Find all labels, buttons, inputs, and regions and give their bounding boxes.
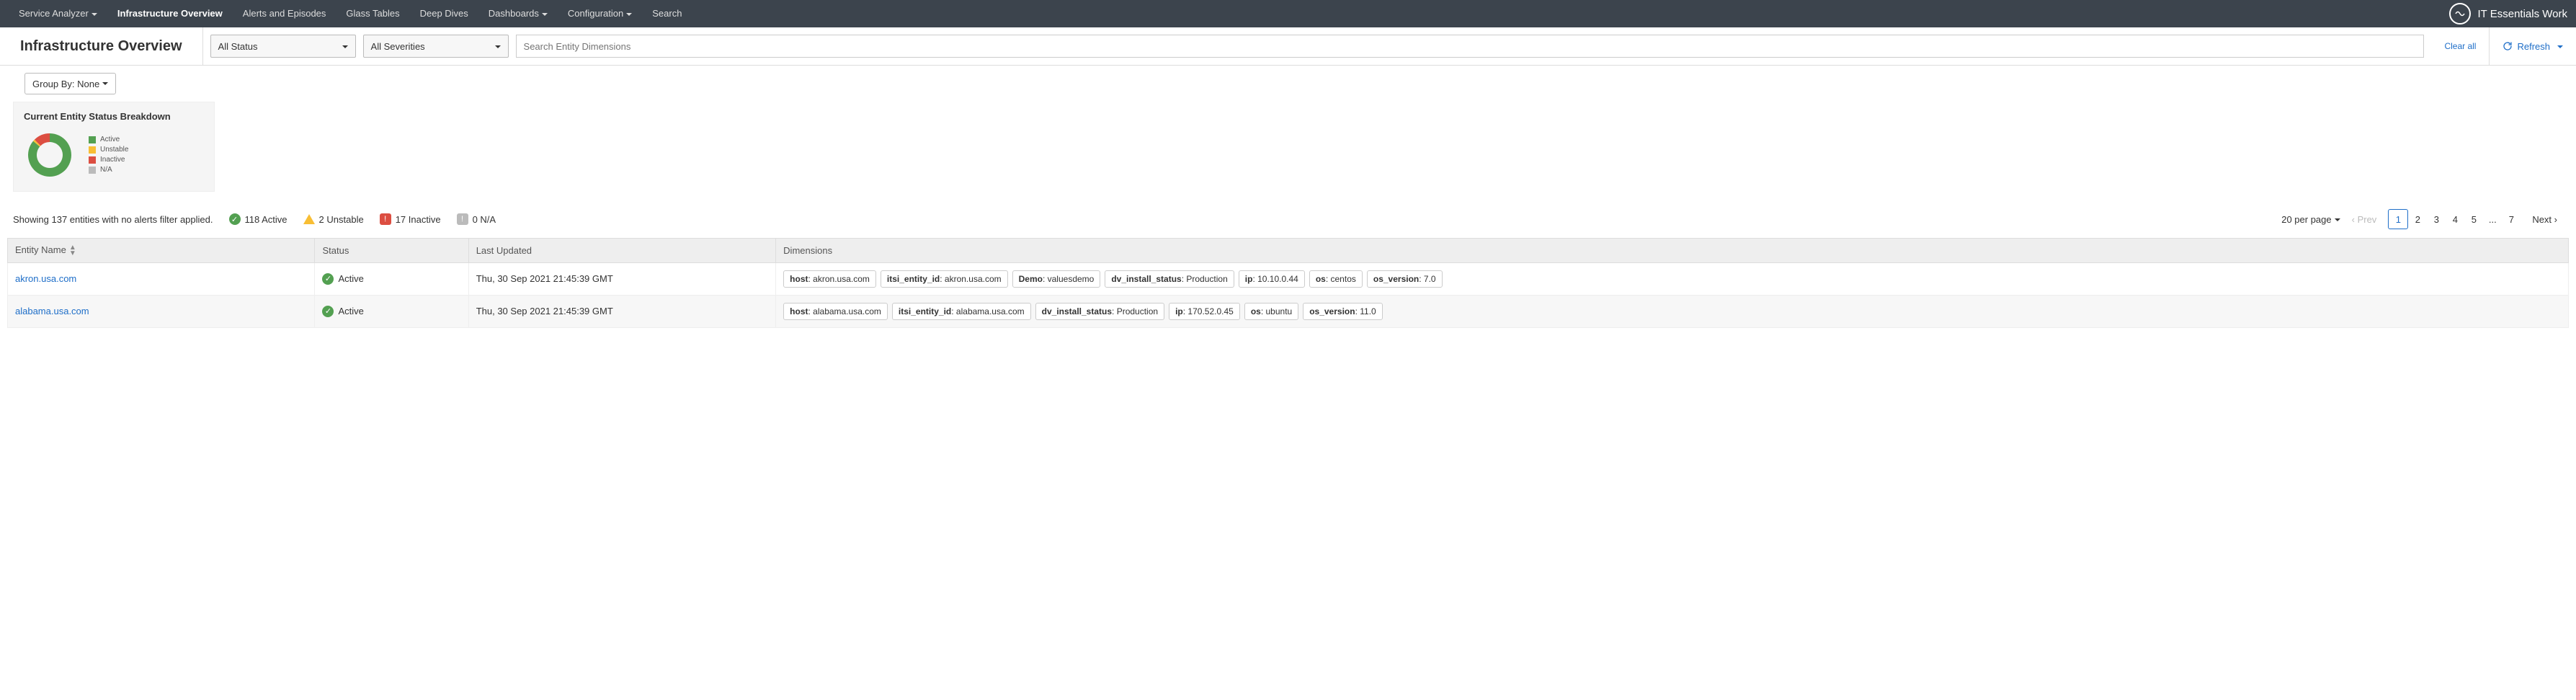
stat-active: ✓118 Active xyxy=(229,213,288,225)
pager-page-2[interactable]: 2 xyxy=(2408,210,2427,229)
nav-service-analyzer[interactable]: Service Analyzer xyxy=(9,0,107,27)
error-icon: ! xyxy=(380,213,391,225)
dimension-pill-os[interactable]: os: centos xyxy=(1309,270,1363,288)
status-donut-chart xyxy=(24,129,76,181)
last-updated: Thu, 30 Sep 2021 21:45:39 GMT xyxy=(468,262,775,295)
list-summary-bar: Showing 137 entities with no alerts filt… xyxy=(0,205,2576,234)
group-by-label: Group By: None xyxy=(32,79,99,89)
entity-table: Entity Name▲▼StatusLast UpdatedDimension… xyxy=(7,238,2569,328)
dimension-pill-host[interactable]: host: akron.usa.com xyxy=(783,270,876,288)
dimension-pill-host[interactable]: host: alabama.usa.com xyxy=(783,303,888,320)
refresh-icon xyxy=(2503,41,2513,51)
caret-icon xyxy=(2554,41,2563,52)
stat-inactive: !17 Inactive xyxy=(380,213,441,225)
dimension-pill-os_version[interactable]: os_version: 7.0 xyxy=(1367,270,1443,288)
severity-dropdown-label: All Severities xyxy=(371,41,425,52)
page-title: Infrastructure Overview xyxy=(0,27,203,65)
dimension-pill-ip[interactable]: ip: 10.10.0.44 xyxy=(1239,270,1305,288)
pager-prev[interactable]: ‹ Prev xyxy=(2346,211,2383,228)
brand-icon xyxy=(2449,3,2471,25)
legend-item: Inactive xyxy=(89,155,128,165)
status-breakdown-card: Current Entity Status Breakdown ActiveUn… xyxy=(13,102,215,192)
legend-swatch xyxy=(89,156,96,164)
pager-page-7[interactable]: 7 xyxy=(2502,210,2521,229)
brand[interactable]: IT Essentials Work xyxy=(2449,3,2567,25)
dimension-pill-os_version[interactable]: os_version: 11.0 xyxy=(1303,303,1383,320)
pager-page-4[interactable]: 4 xyxy=(2446,210,2464,229)
dimension-pill-itsi_entity_id[interactable]: itsi_entity_id: akron.usa.com xyxy=(881,270,1008,288)
chart-legend: ActiveUnstableInactiveN/A xyxy=(89,135,128,175)
per-page-dropdown[interactable]: 20 per page xyxy=(2281,214,2340,225)
legend-swatch xyxy=(89,146,96,154)
search-input[interactable] xyxy=(516,35,2425,58)
refresh-label: Refresh xyxy=(2517,41,2550,52)
col-status: Status xyxy=(315,239,468,263)
severity-dropdown[interactable]: All Severities xyxy=(363,35,509,58)
nav-infrastructure-overview[interactable]: Infrastructure Overview xyxy=(107,0,233,27)
dimension-pill-os[interactable]: os: ubuntu xyxy=(1244,303,1298,320)
table-row: alabama.usa.com ✓Active Thu, 30 Sep 2021 2… xyxy=(8,295,2569,327)
clear-all-link[interactable]: Clear all xyxy=(2431,27,2490,65)
stat-unstable: 2 Unstable xyxy=(303,214,364,225)
dimensions: host: akron.usa.com itsi_entity_id: akron… xyxy=(783,270,2561,288)
pager-ellipsis: ... xyxy=(2483,210,2502,229)
col-last-updated: Last Updated xyxy=(468,239,775,263)
check-icon: ✓ xyxy=(229,213,241,225)
group-by-dropdown[interactable]: Group By: None xyxy=(24,73,116,94)
top-nav: Service AnalyzerInfrastructure OverviewA… xyxy=(0,0,2576,27)
check-icon: ✓ xyxy=(322,306,334,317)
dimension-pill-Demo[interactable]: Demo: valuesdemo xyxy=(1012,270,1101,288)
pager-next[interactable]: Next › xyxy=(2526,211,2563,228)
legend-item: Unstable xyxy=(89,145,128,155)
col-entity-name[interactable]: Entity Name▲▼ xyxy=(8,239,315,263)
dimension-pill-itsi_entity_id[interactable]: itsi_entity_id: alabama.usa.com xyxy=(892,303,1031,320)
brand-label: IT Essentials Work xyxy=(2478,8,2567,20)
nav-dashboards[interactable]: Dashboards xyxy=(478,0,558,27)
entity-link[interactable]: akron.usa.com xyxy=(15,273,76,284)
nav-search[interactable]: Search xyxy=(642,0,692,27)
filters: All Status All Severities xyxy=(203,35,2432,58)
nav-glass-tables[interactable]: Glass Tables xyxy=(336,0,409,27)
pager-page-3[interactable]: 3 xyxy=(2427,210,2446,229)
status-cell: ✓Active xyxy=(322,273,460,285)
last-updated: Thu, 30 Sep 2021 21:45:39 GMT xyxy=(468,295,775,327)
stat-na: !0 N/A xyxy=(457,213,496,225)
status-dropdown-label: All Status xyxy=(218,41,258,52)
caret-icon xyxy=(339,41,348,52)
table-row: akron.usa.com ✓Active Thu, 30 Sep 2021 21:… xyxy=(8,262,2569,295)
sort-icon: ▲▼ xyxy=(69,245,76,257)
legend-item: N/A xyxy=(89,165,128,175)
caret-icon xyxy=(492,41,501,52)
dimension-pill-dv_install_status[interactable]: dv_install_status: Production xyxy=(1105,270,1234,288)
entity-link[interactable]: alabama.usa.com xyxy=(15,306,89,316)
legend-swatch xyxy=(89,167,96,174)
dimension-pill-dv_install_status[interactable]: dv_install_status: Production xyxy=(1035,303,1164,320)
nav-alerts-and-episodes[interactable]: Alerts and Episodes xyxy=(233,0,337,27)
sub-toolbar: Group By: None xyxy=(0,66,2576,102)
toolbar: Infrastructure Overview All Status All S… xyxy=(0,27,2576,66)
legend-swatch xyxy=(89,136,96,143)
legend-item: Active xyxy=(89,135,128,145)
refresh-button[interactable]: Refresh xyxy=(2490,41,2576,52)
status-cell: ✓Active xyxy=(322,306,460,317)
dimension-pill-ip[interactable]: ip: 170.52.0.45 xyxy=(1169,303,1240,320)
warning-icon xyxy=(303,214,315,224)
status-dropdown[interactable]: All Status xyxy=(210,35,356,58)
na-icon: ! xyxy=(457,213,468,225)
pager-page-1[interactable]: 1 xyxy=(2388,209,2408,229)
nav-deep-dives[interactable]: Deep Dives xyxy=(410,0,478,27)
showing-text: Showing 137 entities with no alerts filt… xyxy=(13,214,213,225)
nav-configuration[interactable]: Configuration xyxy=(558,0,642,27)
breakdown-title: Current Entity Status Breakdown xyxy=(24,111,204,122)
col-dimensions: Dimensions xyxy=(776,239,2569,263)
pager-page-5[interactable]: 5 xyxy=(2464,210,2483,229)
pager: 20 per page ‹ Prev 12345...7 Next › xyxy=(2281,209,2563,229)
check-icon: ✓ xyxy=(322,273,334,285)
dimensions: host: alabama.usa.comitsi_entity_id: ala… xyxy=(783,303,2561,320)
